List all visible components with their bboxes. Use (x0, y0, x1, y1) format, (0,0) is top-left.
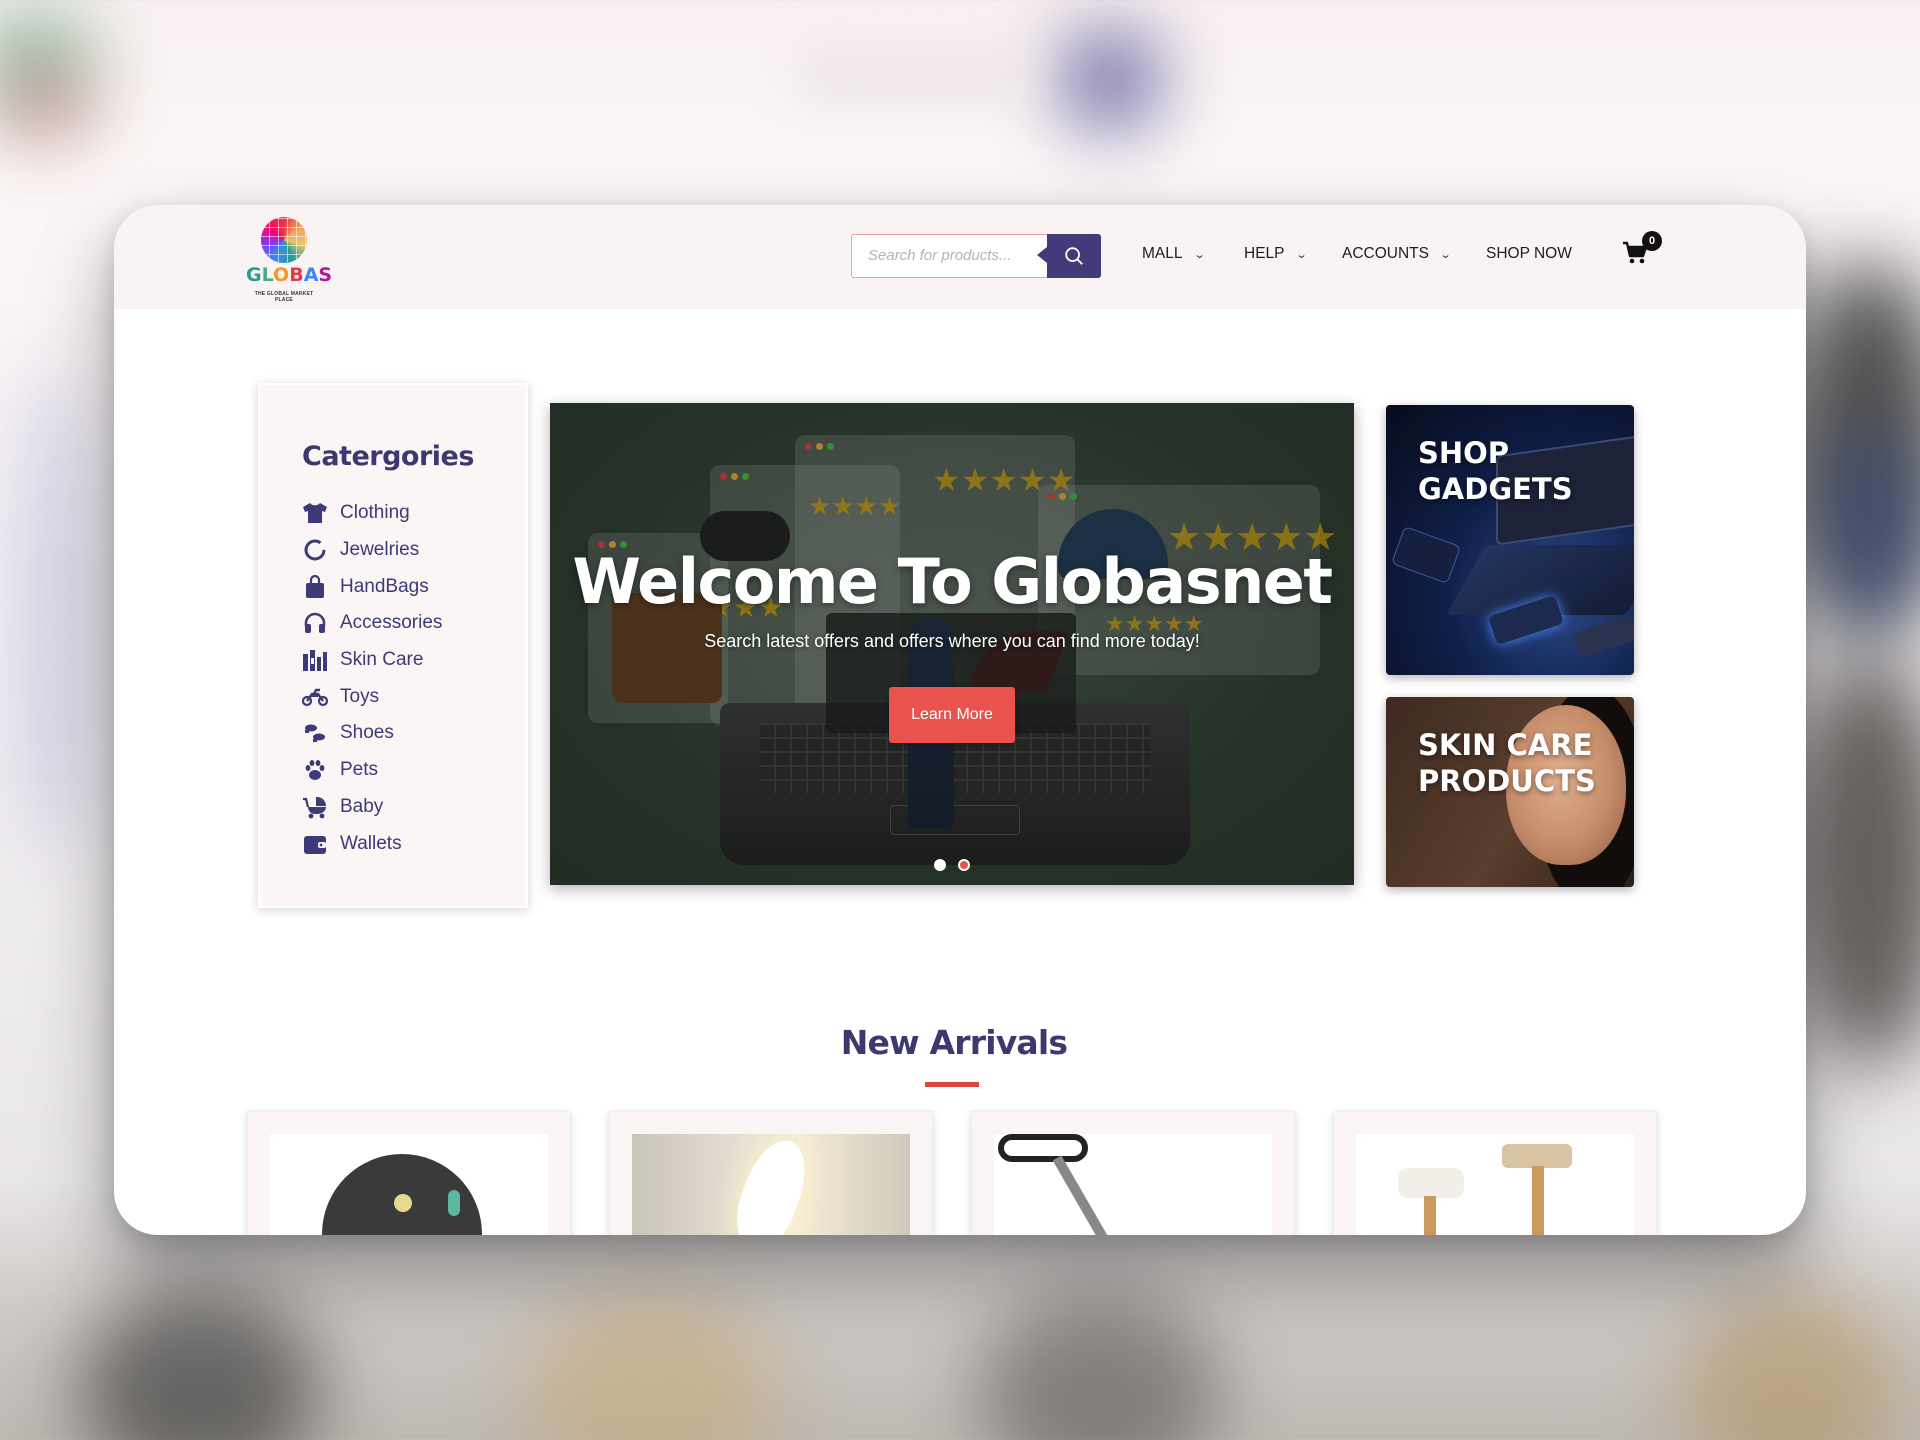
categories-list: Clothing Jewelries HandBags Accessories … (302, 495, 442, 862)
shirt-icon (302, 501, 328, 525)
logo-tagline: THE GLOBAL MARKET PLACE (254, 291, 314, 303)
stroller-icon (302, 795, 328, 819)
search-button[interactable] (1037, 233, 1101, 278)
paw-icon (302, 758, 328, 782)
learn-more-button[interactable]: Learn More (889, 687, 1015, 743)
browser-window: GLOBAS THE GLOBAL MARKET PLACE MALL ⌄ HE… (114, 205, 1806, 1235)
promo-title: SHOP GADGETS (1418, 436, 1573, 506)
category-label: Clothing (340, 502, 410, 524)
promo-title: SKIN CARE PRODUCTS (1418, 728, 1596, 798)
promo-shop-gadgets[interactable]: SHOP GADGETS (1386, 405, 1634, 675)
title-underline (925, 1082, 979, 1087)
handbag-icon (302, 574, 328, 599)
category-label: Pets (340, 759, 379, 781)
product-image (994, 1134, 1272, 1235)
nav-mall-label: MALL (1142, 245, 1183, 262)
nav-accounts-label: ACCOUNTS (1342, 245, 1429, 262)
chevron-down-icon: ⌄ (1295, 248, 1308, 261)
headphones-icon (302, 611, 328, 635)
nav-help[interactable]: HELP ⌄ (1244, 245, 1308, 263)
hero-subtitle: Search latest offers and offers where yo… (704, 631, 1200, 651)
logo-letter: G (246, 264, 262, 286)
category-label: Wallets (340, 832, 402, 854)
slider-dot-1[interactable] (934, 859, 946, 871)
site-header: GLOBAS THE GLOBAL MARKET PLACE MALL ⌄ HE… (114, 205, 1806, 309)
nav-mall[interactable]: MALL ⌄ (1142, 245, 1206, 263)
product-image (270, 1134, 548, 1235)
category-label: HandBags (340, 575, 429, 597)
logo-wordmark: GLOBAS (246, 264, 332, 286)
phone-shape (1573, 614, 1634, 658)
product-image (1356, 1134, 1634, 1235)
logo-letter: O (273, 264, 290, 286)
logo-letter: S (318, 264, 333, 286)
category-label: Accessories (340, 612, 443, 634)
product-image (632, 1134, 910, 1235)
hero-slider: ★★★★ ★★★★★ ★★★★★ ★★★ ★★★★★ Welcome To Gl… (550, 403, 1354, 885)
nav-help-label: HELP (1244, 245, 1285, 262)
motorcycle-icon (302, 685, 328, 709)
backdrop-blob (1060, 30, 1160, 130)
category-handbags[interactable]: HandBags (302, 568, 442, 605)
category-pets[interactable]: Pets (302, 752, 442, 789)
category-skin-care[interactable]: Skin Care (302, 642, 442, 679)
product-card[interactable] (247, 1111, 571, 1235)
slider-dot-2[interactable] (958, 859, 970, 871)
skincare-icon (302, 648, 328, 672)
product-card[interactable] (1333, 1111, 1657, 1235)
hero-title: Welcome To Globasnet (572, 545, 1334, 618)
category-label: Skin Care (340, 649, 424, 671)
backdrop-blob (1790, 650, 1920, 1070)
backdrop-blob (980, 1290, 1220, 1440)
category-baby[interactable]: Baby (302, 789, 442, 826)
search-box (851, 233, 1101, 278)
category-shoes[interactable]: Shoes (302, 715, 442, 752)
nav-shop-now-label: SHOP NOW (1486, 245, 1572, 262)
slider-pagination (550, 859, 1354, 871)
backdrop-blob (1830, 430, 1910, 630)
logo-letter: L (261, 264, 274, 286)
backdrop-blob (20, 360, 90, 860)
logo-letter: B (289, 264, 304, 286)
category-label: Shoes (340, 722, 394, 744)
backdrop-bar (800, 50, 1020, 100)
category-label: Jewelries (340, 539, 420, 561)
category-label: Toys (340, 685, 380, 707)
nav-accounts[interactable]: ACCOUNTS ⌄ (1342, 245, 1452, 263)
backdrop-blob (80, 1290, 320, 1440)
ring-icon (302, 538, 328, 562)
search-icon (1065, 246, 1083, 265)
category-label: Baby (340, 795, 384, 817)
promo-skin-care[interactable]: SKIN CARE PRODUCTS (1386, 697, 1634, 887)
globe-icon (261, 217, 307, 263)
category-clothing[interactable]: Clothing (302, 495, 442, 532)
product-card[interactable] (971, 1111, 1295, 1235)
product-card[interactable] (609, 1111, 933, 1235)
cart-count-badge: 0 (1642, 231, 1662, 251)
phone-shape (1390, 525, 1462, 585)
search-input[interactable] (852, 235, 1048, 276)
site-logo[interactable]: GLOBAS THE GLOBAL MARKET PLACE (246, 217, 332, 303)
categories-title: Catergories (302, 441, 474, 472)
backdrop-blob (1680, 1290, 1900, 1440)
category-jewelries[interactable]: Jewelries (302, 532, 442, 569)
category-accessories[interactable]: Accessories (302, 605, 442, 642)
category-wallets[interactable]: Wallets (302, 825, 442, 862)
backdrop-blob (520, 1290, 780, 1440)
shoes-icon (302, 721, 328, 745)
chevron-down-icon: ⌄ (1193, 248, 1206, 261)
new-arrivals-title: New Arrivals (840, 1023, 1068, 1062)
backdrop-blob (0, 60, 90, 140)
nav-shop-now[interactable]: SHOP NOW (1486, 245, 1572, 263)
chevron-down-icon: ⌄ (1439, 248, 1452, 261)
logo-letter: A (303, 264, 319, 286)
category-toys[interactable]: Toys (302, 678, 442, 715)
categories-panel: Catergories Clothing Jewelries HandBags … (258, 383, 528, 908)
wallet-icon (302, 832, 328, 856)
